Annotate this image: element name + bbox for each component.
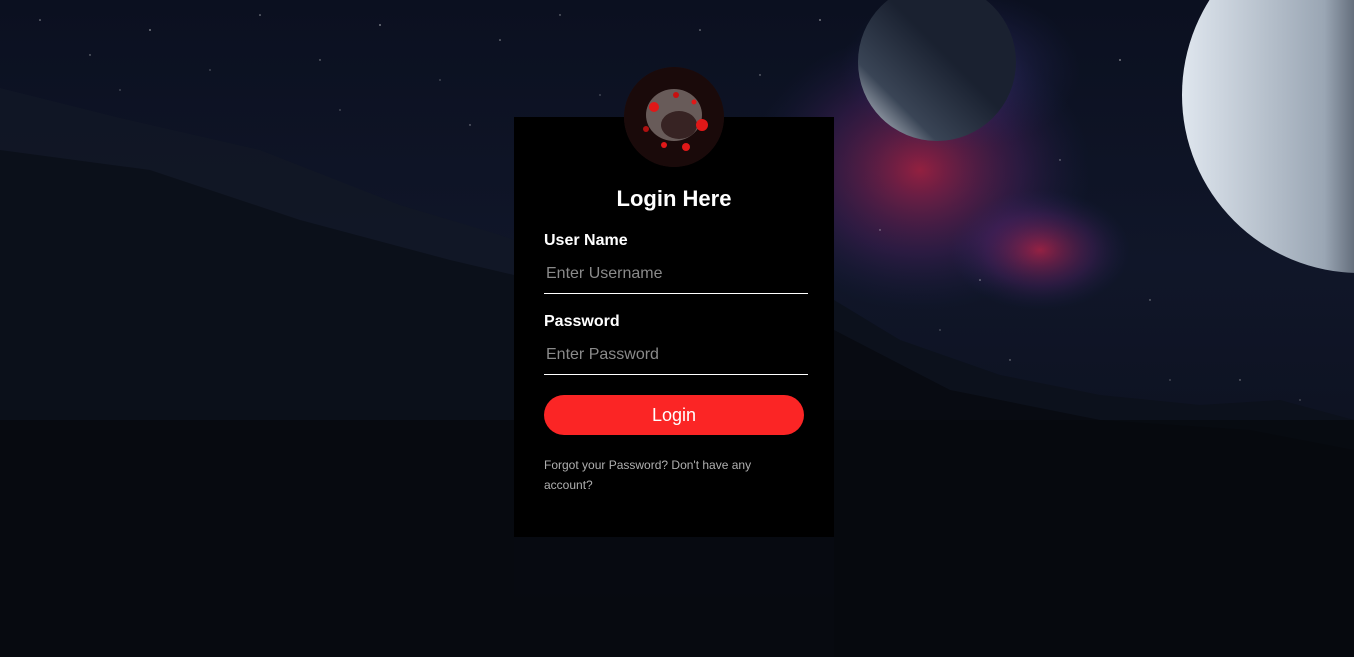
help-links: Forgot your Password? Don't have any acc… <box>544 455 774 495</box>
password-label: Password <box>544 313 620 330</box>
login-title: Login Here <box>616 186 732 211</box>
username-input[interactable] <box>544 254 808 294</box>
password-input[interactable] <box>544 335 808 375</box>
login-panel: Login Here User Name Password Login Forg… <box>514 117 834 537</box>
avatar-image <box>624 67 724 167</box>
avatar <box>624 67 724 167</box>
login-button[interactable]: Login <box>544 395 804 435</box>
username-label: User Name <box>544 232 628 249</box>
large-moon <box>1182 0 1354 273</box>
forgot-password-link[interactable]: Forgot your Password? <box>544 458 668 472</box>
